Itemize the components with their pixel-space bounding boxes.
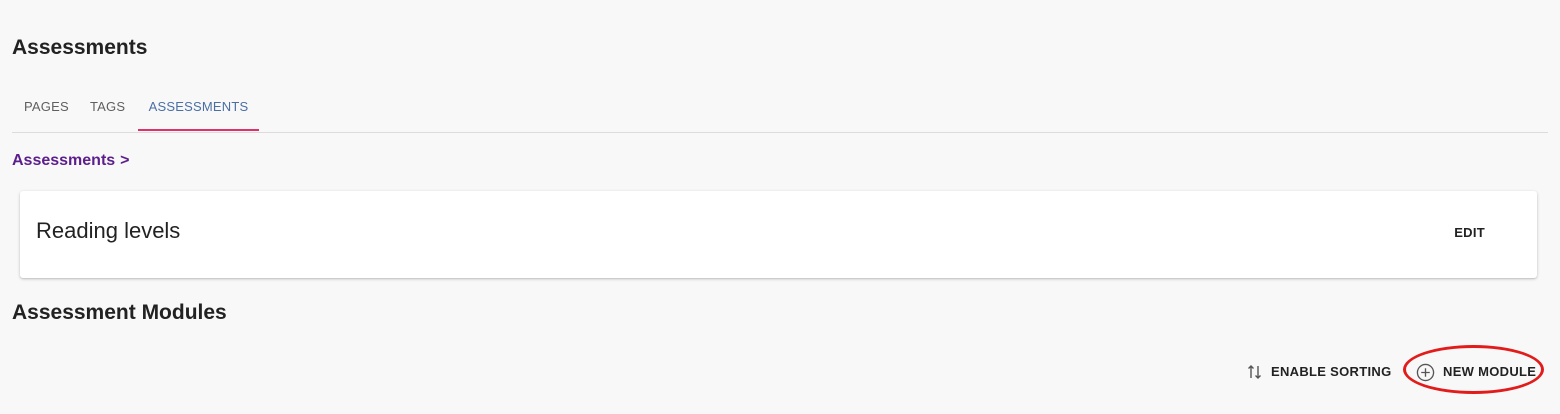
breadcrumb-separator: > bbox=[120, 152, 130, 169]
tab-pages[interactable]: PAGES bbox=[24, 90, 69, 131]
section-title: Assessment Modules bbox=[12, 301, 227, 324]
new-module-button[interactable]: NEW MODULE bbox=[1416, 362, 1536, 382]
page-title: Assessments bbox=[12, 36, 148, 59]
swap-vertical-icon bbox=[1247, 363, 1263, 381]
enable-sorting-label: ENABLE SORTING bbox=[1271, 364, 1392, 379]
tab-bar: PAGES TAGS ASSESSMENTS bbox=[12, 90, 1548, 133]
tab-tags[interactable]: TAGS bbox=[90, 90, 125, 131]
assessment-card: Reading levels EDIT bbox=[20, 191, 1537, 278]
breadcrumb[interactable]: Assessments > bbox=[12, 152, 130, 170]
enable-sorting-button[interactable]: ENABLE SORTING bbox=[1247, 362, 1391, 382]
tab-assessments[interactable]: ASSESSMENTS bbox=[138, 90, 259, 131]
page: Assessments PAGES TAGS ASSESSMENTS Asses… bbox=[0, 0, 1560, 414]
breadcrumb-label: Assessments bbox=[12, 152, 116, 169]
add-circle-icon bbox=[1416, 363, 1435, 382]
new-module-label: NEW MODULE bbox=[1443, 364, 1537, 379]
edit-button[interactable]: EDIT bbox=[1454, 225, 1485, 240]
assessment-title: Reading levels bbox=[36, 218, 181, 243]
